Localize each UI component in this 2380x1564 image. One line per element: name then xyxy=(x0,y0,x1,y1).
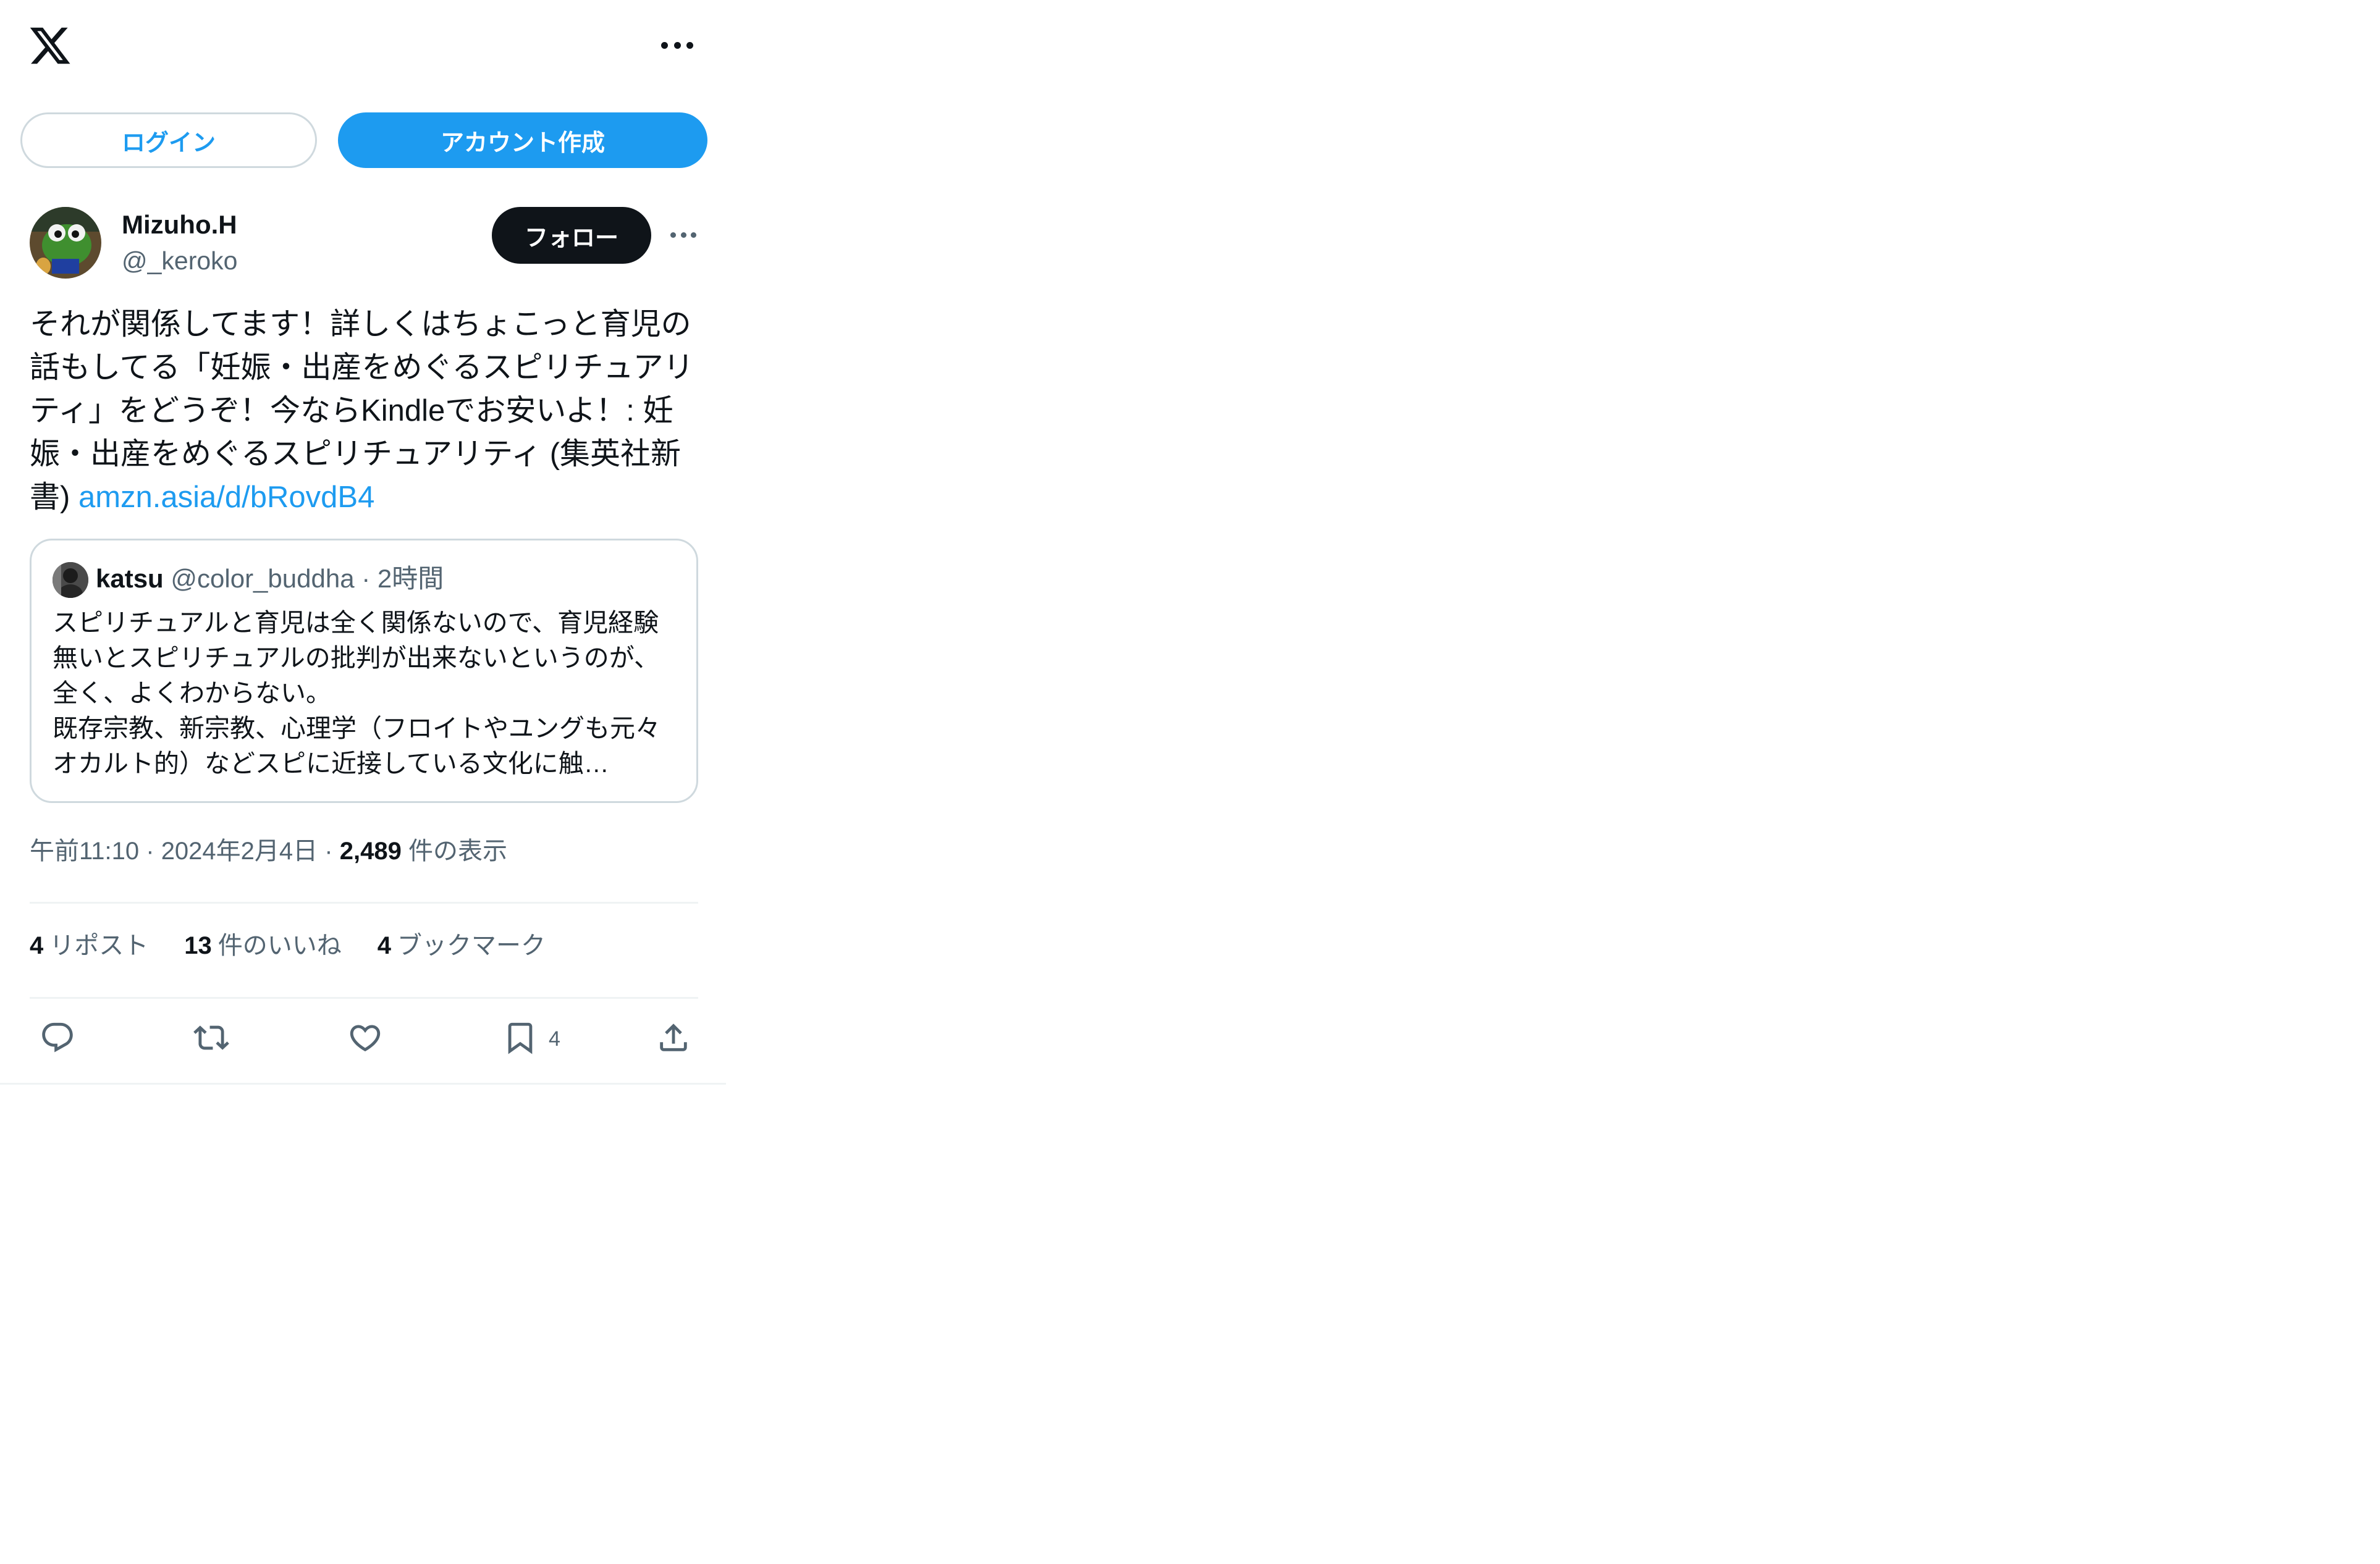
dot xyxy=(661,41,668,49)
divider xyxy=(30,997,698,999)
meta-dot: · xyxy=(139,838,161,865)
likes-label: 件のいいね xyxy=(217,932,342,959)
reposts-stat[interactable]: 4 リポスト xyxy=(30,928,148,963)
likes-count: 13 xyxy=(184,932,212,959)
views-count: 2,489 xyxy=(339,838,402,865)
bookmarks-count: 4 xyxy=(377,932,391,959)
divider xyxy=(30,902,698,904)
tweet-text: それが関係してます！詳しくはちょこっと育児の話もしてる「妊娠・出産をめぐるスピリ… xyxy=(30,303,697,519)
likes-stat[interactable]: 13 件のいいね xyxy=(184,928,342,963)
tweet-link[interactable]: amzn.asia/d/bRovdB4 xyxy=(78,481,374,514)
dot xyxy=(691,232,696,238)
dot xyxy=(680,232,686,238)
top-bar xyxy=(0,0,726,93)
share-icon[interactable] xyxy=(652,1016,695,1059)
tweet-meta: 午前11:10 · 2024年2月4日 · 2,489 件の表示 xyxy=(30,834,507,868)
reply-icon[interactable] xyxy=(36,1016,79,1059)
tweet-time[interactable]: 午前11:10 xyxy=(30,838,139,865)
views-label: 件の表示 xyxy=(401,838,507,865)
quote-avatar xyxy=(53,562,88,598)
more-horizontal-icon[interactable] xyxy=(661,35,693,55)
quote-header: katsu @color_buddha · 2時間 xyxy=(96,561,444,596)
author-handle[interactable]: @_keroko xyxy=(122,245,237,277)
login-button[interactable]: ログイン xyxy=(20,112,317,168)
author-name[interactable]: Mizuho.H xyxy=(122,209,237,241)
repost-icon[interactable] xyxy=(190,1016,233,1059)
tweet-more-icon[interactable] xyxy=(670,229,696,241)
dot xyxy=(673,41,681,49)
quoted-tweet[interactable]: katsu @color_buddha · 2時間 スピリチュアルと育児は全く関… xyxy=(30,539,698,803)
reposts-count: 4 xyxy=(30,932,44,959)
heart-icon[interactable] xyxy=(344,1016,387,1059)
quote-body: スピリチュアルと育児は全く関係ないので、育児経験無いとスピリチュアルの批判が出来… xyxy=(53,608,660,778)
bookmarks-label: ブックマーク xyxy=(397,932,546,959)
reposts-label: リポスト xyxy=(49,932,149,959)
avatar[interactable] xyxy=(30,207,101,279)
bookmark-icon[interactable] xyxy=(499,1016,542,1059)
dot xyxy=(686,41,693,49)
dot xyxy=(670,232,676,238)
x-logo-icon[interactable] xyxy=(28,23,72,68)
quote-author-name: katsu xyxy=(96,564,164,593)
quote-time: 2時間 xyxy=(377,564,444,593)
quote-author-handle: @color_buddha xyxy=(171,564,355,593)
quote-separator: · xyxy=(354,564,378,593)
bookmark-count: 4 xyxy=(549,1027,560,1051)
bookmarks-stat[interactable]: 4 ブックマーク xyxy=(378,928,546,963)
meta-dot: · xyxy=(318,838,340,865)
signup-button[interactable]: アカウント作成 xyxy=(338,112,707,168)
follow-button[interactable]: フォロー xyxy=(492,207,651,264)
tweet-stats: 4 リポスト 13 件のいいね 4 ブックマーク xyxy=(30,928,546,963)
divider xyxy=(0,1083,726,1085)
tweet-date[interactable]: 2024年2月4日 xyxy=(161,838,318,865)
